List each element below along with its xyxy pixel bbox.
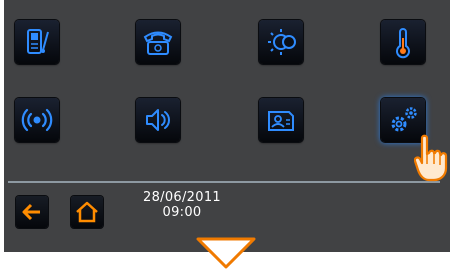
telephone-icon: [143, 31, 173, 55]
volume-button[interactable]: [136, 98, 180, 142]
hand-pointer-icon: [414, 134, 448, 182]
date-text: 28/06/2011: [143, 190, 221, 205]
videophone-button[interactable]: [15, 20, 59, 64]
lighting-icon: [268, 29, 296, 55]
temperature-button[interactable]: [381, 20, 425, 64]
videophone-icon: [27, 29, 49, 54]
back-button[interactable]: [16, 196, 48, 228]
home-icon: [76, 201, 98, 223]
home-button[interactable]: [71, 196, 103, 228]
down-arrow-icon[interactable]: [195, 236, 257, 270]
contact-card-icon: [268, 111, 294, 131]
time-text: 09:00: [162, 205, 202, 220]
back-arrow-icon: [22, 203, 40, 221]
date-time-display: 28/06/2011 09:00: [132, 190, 232, 220]
divider-line: [8, 181, 440, 183]
alarm-button[interactable]: [15, 98, 59, 142]
control-panel-screen: 28/06/2011 09:00: [4, 0, 450, 252]
volume-icon: [146, 109, 170, 131]
contact-card-button[interactable]: [259, 98, 303, 142]
alarm-signal-icon: [21, 108, 53, 132]
lighting-button[interactable]: [259, 20, 303, 64]
telephone-button[interactable]: [136, 20, 180, 64]
thermometer-icon: [396, 28, 410, 59]
